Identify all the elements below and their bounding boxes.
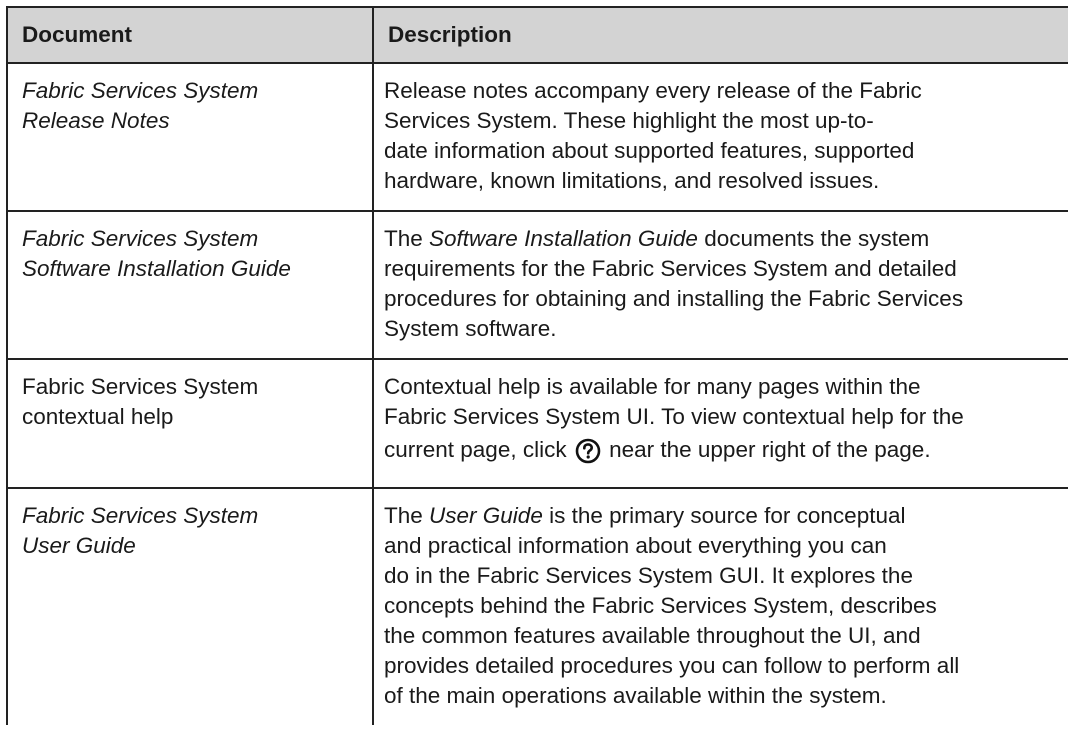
description-text: documents the system xyxy=(697,226,930,251)
document-title-line: Fabric Services System xyxy=(22,78,259,103)
description-line: Fabric Services System UI. To view conte… xyxy=(384,404,964,429)
document-column-header: Document xyxy=(6,6,374,64)
description-line: do in the Fabric Services System GUI. It… xyxy=(384,563,913,588)
description-line: Release notes accompany every release of… xyxy=(384,78,922,103)
guide-title-reference: Software Installation Guide xyxy=(429,226,698,251)
description-cell: Contextual help is available for many pa… xyxy=(372,358,1068,489)
description-line: the common features available throughout… xyxy=(384,623,921,648)
description-line: and practical information about everythi… xyxy=(384,533,887,558)
documentation-table-container: Document Description Fabric Services Sys… xyxy=(6,6,1068,732)
description-text: current page, click xyxy=(384,437,573,462)
description-line: provides detailed procedures you can fol… xyxy=(384,653,960,678)
table-row: Fabric Services System contextual help C… xyxy=(6,358,1068,489)
guide-title-reference: User Guide xyxy=(429,503,543,528)
description-line: Services System. These highlight the mos… xyxy=(384,108,874,133)
document-title-line: Release Notes xyxy=(22,108,170,133)
description-line: The User Guide is the primary source for… xyxy=(384,501,1062,531)
description-line: The Software Installation Guide document… xyxy=(384,224,1062,254)
description-cell: The Software Installation Guide document… xyxy=(372,210,1068,360)
description-line: procedures for obtaining and installing … xyxy=(384,286,964,311)
document-cell: Fabric Services System Software Installa… xyxy=(6,210,374,360)
description-text: near the upper right of the page. xyxy=(602,437,931,462)
description-text: The xyxy=(384,226,430,251)
description-line: Contextual help is available for many pa… xyxy=(384,374,921,399)
document-cell: Fabric Services System User Guide xyxy=(6,487,374,725)
description-column-header: Description xyxy=(372,6,1068,64)
description-text: is the primary source for conceptual xyxy=(542,503,906,528)
document-title-line: Software Installation Guide xyxy=(22,256,291,281)
document-title-line: User Guide xyxy=(22,533,136,558)
description-text: The xyxy=(384,503,430,528)
table-row: Fabric Services System Release Notes Rel… xyxy=(6,62,1068,212)
table-header-row: Document Description xyxy=(6,6,1068,64)
question-circle-icon xyxy=(575,438,601,475)
description-line: requirements for the Fabric Services Sys… xyxy=(384,256,957,281)
description-line: hardware, known limitations, and resolve… xyxy=(384,168,880,193)
description-cell: The User Guide is the primary source for… xyxy=(372,487,1068,725)
description-cell: Release notes accompany every release of… xyxy=(372,62,1068,212)
document-title-line: Fabric Services System xyxy=(22,374,259,399)
description-line: System software. xyxy=(384,316,557,341)
description-line: of the main operations available within … xyxy=(384,683,887,708)
document-title-line: Fabric Services System xyxy=(22,503,259,528)
table-row: Fabric Services System User Guide The Us… xyxy=(6,487,1068,725)
document-cell: Fabric Services System contextual help xyxy=(6,358,374,489)
description-line: current page, click near the upper right… xyxy=(384,432,1062,475)
document-title-line: Fabric Services System xyxy=(22,226,259,251)
table-row: Fabric Services System Software Installa… xyxy=(6,210,1068,360)
document-title-line: contextual help xyxy=(22,404,174,429)
description-line: concepts behind the Fabric Services Syst… xyxy=(384,593,937,618)
documentation-table: Document Description Fabric Services Sys… xyxy=(6,6,1068,725)
description-line: date information about supported feature… xyxy=(384,138,915,163)
document-cell: Fabric Services System Release Notes xyxy=(6,62,374,212)
